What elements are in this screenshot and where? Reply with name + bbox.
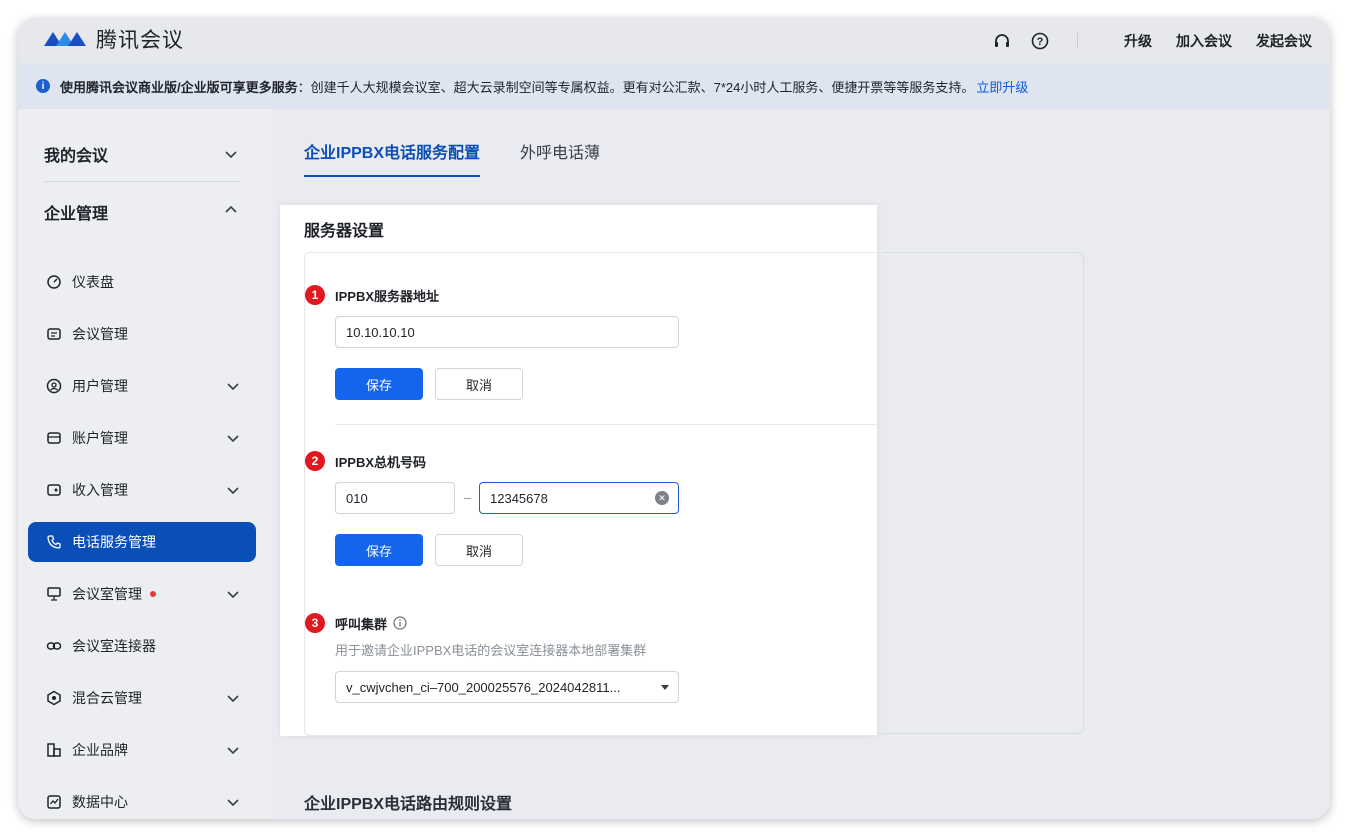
dashboard-icon xyxy=(46,274,62,290)
chevron-down-icon[interactable] xyxy=(226,795,240,809)
cancel-button[interactable]: 取消 xyxy=(435,368,523,400)
list-icon xyxy=(46,326,62,342)
app-logo: 腾讯会议 xyxy=(42,24,184,54)
sidebar-item-phone-service[interactable]: 电话服务管理 xyxy=(28,522,256,562)
server-settings-panel: 服务器设置 1 IPPBX服务器地址 10.10.10.10 保存 取消 2 I… xyxy=(280,205,885,736)
sidebar-item-room-connector[interactable]: 会议室连接器 xyxy=(28,626,256,666)
dropdown-caret-icon[interactable] xyxy=(661,685,669,690)
sidebar-item-label: 混合云管理 xyxy=(72,690,142,706)
user-icon xyxy=(46,378,62,394)
brand-icon xyxy=(46,742,62,758)
server-address-input[interactable]: 10.10.10.10 xyxy=(335,316,679,348)
join-meeting-link[interactable]: 加入会议 xyxy=(1176,31,1232,51)
info-circle-icon[interactable] xyxy=(393,616,407,630)
sidebar-item-label: 会议管理 xyxy=(72,326,128,342)
cancel-button[interactable]: 取消 xyxy=(435,534,523,566)
notice-text: ：创建千人大规模会议室、超大云录制空间等专属权益。更有对公汇款、7*24小时人工… xyxy=(297,79,975,95)
tab-bar: 企业IPPBX电话服务配置 外呼电话薄 xyxy=(304,139,600,177)
logo-icon xyxy=(44,32,86,46)
sidebar-item-brand[interactable]: 企业品牌 xyxy=(28,730,256,770)
clear-icon[interactable]: ✕ xyxy=(655,491,669,505)
chevron-down-icon[interactable] xyxy=(226,379,240,393)
start-meeting-link[interactable]: 发起会议 xyxy=(1256,31,1312,51)
data-icon xyxy=(46,794,62,810)
sidebar-item-rooms[interactable]: 会议室管理 xyxy=(28,574,256,614)
main-number-input[interactable]: 12345678 xyxy=(479,482,679,514)
sidebar-item-label: 会议室连接器 xyxy=(72,638,156,654)
sidebar-item-label: 用户管理 xyxy=(72,378,128,394)
sidebar-item-label: 企业品牌 xyxy=(72,742,128,758)
main-number-value: 12345678 xyxy=(490,490,548,506)
cluster-selected-value: v_cwjvchen_ci–700_200025576_2024042811..… xyxy=(346,679,621,695)
save-button[interactable]: 保存 xyxy=(335,368,423,400)
panel-title: 服务器设置 xyxy=(304,223,385,240)
sidebar-item-label: 仪表盘 xyxy=(72,274,114,290)
sidebar-item-dashboard[interactable]: 仪表盘 xyxy=(28,262,256,302)
top-actions: ? 升级 加入会议 发起会议 xyxy=(975,18,1312,63)
svg-text:?: ? xyxy=(1037,36,1044,48)
sidebar-group-my-meetings[interactable]: 我的会议 xyxy=(44,142,108,166)
cloud-icon xyxy=(46,690,62,706)
sidebar-group-enterprise[interactable]: 企业管理 xyxy=(44,200,108,224)
notification-dot xyxy=(150,591,156,597)
sidebar-divider xyxy=(44,181,240,182)
sidebar-item-meetings[interactable]: 会议管理 xyxy=(28,314,256,354)
top-bar: 腾讯会议 ? 升级 加入会议 发起会议 xyxy=(18,18,1330,63)
panel-inner: 1 IPPBX服务器地址 10.10.10.10 保存 取消 2 IPPBX总机… xyxy=(304,252,885,736)
headset-icon[interactable] xyxy=(991,30,1013,52)
topbar-divider xyxy=(1077,32,1078,49)
sidebar-item-label: 账户管理 xyxy=(72,430,128,446)
sidebar: 我的会议 企业管理 仪表盘 会议管理 用户管理 账户管理 收入管理 电话服务管理… xyxy=(18,109,272,819)
info-icon: i xyxy=(36,79,50,93)
notice-strong: 使用腾讯会议商业版/企业版可享更多服务 xyxy=(60,79,298,95)
number-separator: – xyxy=(464,490,472,505)
chevron-down-icon[interactable] xyxy=(226,587,240,601)
cluster-select[interactable]: v_cwjvchen_ci–700_200025576_2024042811..… xyxy=(335,671,679,703)
upgrade-notice: i 使用腾讯会议商业版/企业版可享更多服务 ：创建千人大规模会议室、超大云录制空… xyxy=(18,63,1330,109)
step-1-header: 1 IPPBX服务器地址 xyxy=(305,285,439,305)
step-badge: 2 xyxy=(305,451,325,471)
step-label: IPPBX服务器地址 xyxy=(335,288,440,304)
step-2-header: 2 IPPBX总机号码 xyxy=(305,451,426,471)
chevron-up-icon[interactable] xyxy=(224,203,238,217)
notice-upgrade-link[interactable]: 立即升级 xyxy=(976,77,1028,96)
sidebar-item-label: 数据中心 xyxy=(72,794,128,810)
sidebar-item-label: 收入管理 xyxy=(72,482,128,498)
help-icon[interactable]: ? xyxy=(1029,30,1051,52)
sidebar-item-users[interactable]: 用户管理 xyxy=(28,366,256,406)
room-icon xyxy=(46,586,62,602)
upgrade-link[interactable]: 升级 xyxy=(1124,31,1152,51)
sidebar-item-label: 电话服务管理 xyxy=(72,534,156,550)
sidebar-item-income[interactable]: 收入管理 xyxy=(28,470,256,510)
save-button[interactable]: 保存 xyxy=(335,534,423,566)
sidebar-item-hybrid-cloud[interactable]: 混合云管理 xyxy=(28,678,256,718)
sidebar-item-label: 会议室管理 xyxy=(72,586,142,602)
area-code-input[interactable]: 010 xyxy=(335,482,455,514)
step-badge: 1 xyxy=(305,285,325,305)
phone-icon xyxy=(46,534,62,550)
step-badge: 3 xyxy=(305,613,325,633)
chevron-down-icon[interactable] xyxy=(224,147,238,161)
chevron-down-icon[interactable] xyxy=(226,691,240,705)
tab-phonebook[interactable]: 外呼电话薄 xyxy=(520,139,600,177)
sidebar-item-data-center[interactable]: 数据中心 xyxy=(28,782,256,819)
chevron-down-icon[interactable] xyxy=(226,743,240,757)
cluster-description: 用于邀请企业IPPBX电话的会议室连接器本地部署集群 xyxy=(335,643,647,658)
link-icon xyxy=(46,638,62,654)
app-name: 腾讯会议 xyxy=(96,29,184,52)
route-section-title: 企业IPPBX电话路由规则设置 xyxy=(304,796,513,813)
step-3-header: 3 呼叫集群 xyxy=(305,613,407,633)
step-label: 呼叫集群 xyxy=(335,616,388,632)
sidebar-item-accounts[interactable]: 账户管理 xyxy=(28,418,256,458)
wallet-icon xyxy=(46,430,62,446)
step-label: IPPBX总机号码 xyxy=(335,454,427,470)
section-divider xyxy=(335,424,885,425)
chevron-down-icon[interactable] xyxy=(226,431,240,445)
tab-ippbx-config[interactable]: 企业IPPBX电话服务配置 xyxy=(304,139,481,177)
income-icon xyxy=(46,482,62,498)
chevron-down-icon[interactable] xyxy=(226,483,240,497)
